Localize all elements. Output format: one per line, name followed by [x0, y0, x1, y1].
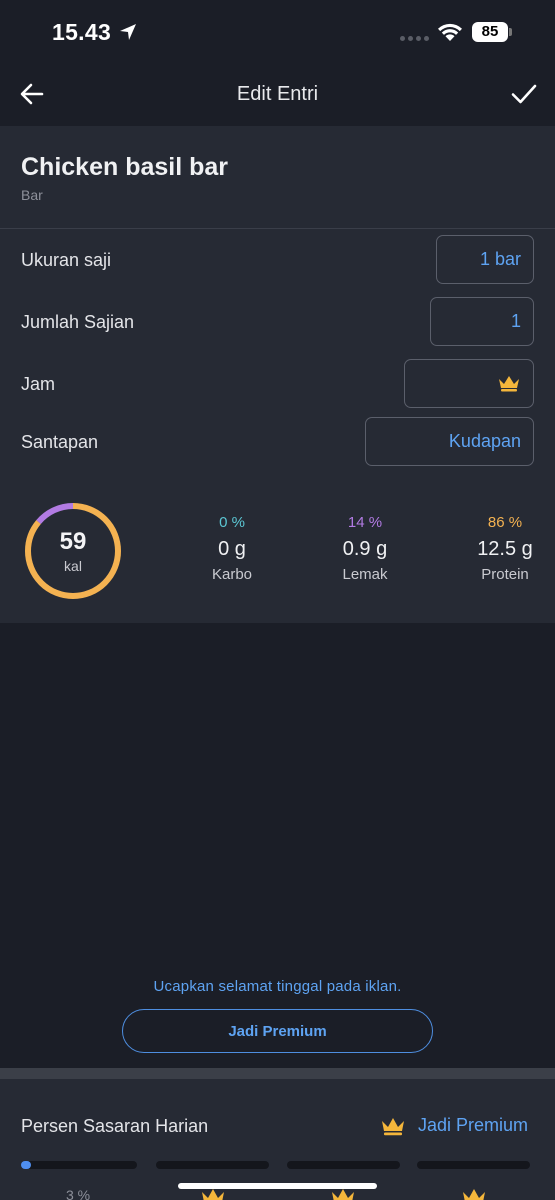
macro-fat-pct: 14 % [347, 514, 383, 531]
goal-progress-track-3 [287, 1161, 400, 1169]
serving-size-label: Ukuran saji [21, 250, 112, 270]
daily-goal-premium-link[interactable]: Jadi Premium [418, 1115, 528, 1136]
macro-protein: 86 % 12.5 g Protein [450, 514, 555, 583]
crown-icon [499, 375, 519, 392]
status-bar: 15.43 85 [0, 0, 555, 66]
divider [0, 228, 555, 229]
battery-icon: 85 [472, 22, 508, 42]
page-title: Edit Entri [236, 83, 319, 105]
cellular-signal-icon [400, 36, 429, 41]
goal-pct-1: 3 % [66, 1187, 91, 1200]
goal-progress-track-2 [156, 1161, 269, 1169]
daily-goal-card: Persen Sasaran Harian Jadi Premium [0, 1079, 555, 1200]
daily-goal-title: Persen Sasaran Harian [21, 1116, 209, 1136]
goal-progress-track-4 [417, 1161, 530, 1169]
battery-cap [509, 28, 512, 36]
location-arrow-icon [120, 24, 136, 40]
macro-protein-value: 12.5 g [477, 538, 533, 560]
status-time: 15.43 [52, 19, 112, 45]
servings-count-label: Jumlah Sajian [21, 312, 135, 332]
ad-removal-text: Ucapkan selamat tinggal pada iklan. [153, 978, 402, 995]
food-subtitle: Bar [21, 187, 43, 203]
macro-protein-pct: 86 % [487, 514, 523, 531]
servings-count-field[interactable]: 1 [430, 297, 534, 346]
check-icon[interactable] [510, 80, 538, 108]
macro-fat-label: Lemak [342, 566, 388, 583]
meal-label: Santapan [21, 432, 99, 452]
time-field[interactable] [404, 359, 534, 408]
wifi-icon [438, 23, 462, 41]
goal-progress-fill-1 [21, 1161, 31, 1169]
calorie-unit: kal [64, 558, 82, 574]
time-label: Jam [21, 374, 56, 394]
go-premium-button[interactable]: Jadi Premium [122, 1009, 433, 1053]
macro-fat-value: 0.9 g [342, 538, 388, 560]
macro-protein-label: Protein [481, 566, 529, 583]
calorie-value: 59 [59, 528, 87, 555]
home-indicator [178, 1183, 377, 1189]
entry-card: Chicken basil bar Bar Ukuran saji 1 bar … [0, 126, 555, 623]
crown-icon [463, 1189, 485, 1200]
goal-progress-track-1 [21, 1161, 137, 1169]
section-separator [0, 1068, 555, 1079]
macro-carb: 0 % 0 g Karbo [177, 514, 287, 583]
serving-size-field[interactable]: 1 bar [436, 235, 534, 284]
macro-fat: 14 % 0.9 g Lemak [310, 514, 420, 583]
app-bar: Edit Entri [0, 66, 555, 126]
macro-carb-value: 0 g [218, 538, 246, 560]
crown-icon [382, 1118, 404, 1136]
macro-carb-label: Karbo [211, 566, 253, 583]
food-name: Chicken basil bar [21, 153, 229, 181]
meal-field[interactable]: Kudapan [365, 417, 534, 466]
macro-carb-pct: 0 % [219, 514, 245, 531]
